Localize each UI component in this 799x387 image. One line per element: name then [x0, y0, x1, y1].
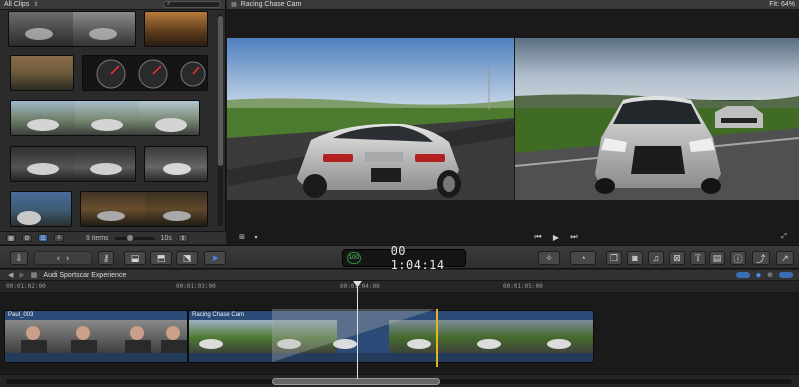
append-icon[interactable]: ⬓: [124, 251, 146, 265]
retime-icon[interactable]: ◔: [570, 251, 596, 265]
play-icon[interactable]: ▶: [549, 232, 563, 242]
clip-name: Racing Chase Cam: [192, 312, 245, 318]
filmstrip-view-button[interactable]: ☰: [38, 234, 48, 242]
forward-icon[interactable]: ▶: [19, 271, 24, 279]
ruler-label: 00:01:02:00: [6, 283, 46, 290]
timeline-scrollbar[interactable]: [0, 374, 799, 387]
clip-thumbnail[interactable]: [10, 100, 200, 136]
search-icon: ⌕: [167, 1, 171, 7]
timecode-badge: 100: [347, 252, 361, 264]
skimmer-edit-point[interactable]: [436, 309, 438, 367]
timeline-clip[interactable]: Paul_003: [4, 310, 188, 363]
photo-icon[interactable]: ◙: [627, 251, 643, 265]
insert-icon[interactable]: ⬒: [150, 251, 172, 265]
audio-waveform: [5, 353, 187, 362]
clip-thumbnail[interactable]: [8, 11, 136, 47]
timeline-bar: ◀ ▶ ▦ Audi Sportscar Experience ◆ ⊕: [0, 270, 799, 281]
search-input[interactable]: ⌕: [163, 1, 221, 8]
timeline-clip[interactable]: Racing Chase Cam: [188, 310, 594, 363]
viewer-title: Racing Chase Cam: [240, 1, 302, 8]
next-icon[interactable]: ⏭: [567, 232, 581, 242]
browser-scrollbar[interactable]: [218, 14, 223, 226]
media-browser-icon[interactable]: ❐: [606, 251, 622, 265]
timeline-scroll-thumb[interactable]: [272, 378, 440, 385]
clip-thumbnail[interactable]: [144, 146, 208, 182]
import-icon[interactable]: ⇩: [10, 251, 28, 265]
clip-appearance-button[interactable]: ⇕: [177, 234, 188, 242]
generators-icon[interactable]: T: [690, 251, 706, 265]
timeline-ruler[interactable]: 00:01:02:00 00:01:03:00 00:01:04:00 00:0…: [0, 281, 799, 293]
list-view-button[interactable]: ≡: [54, 234, 64, 242]
clip-name: Paul_003: [8, 312, 34, 318]
key-icon[interactable]: ⚷: [98, 251, 114, 265]
share-icon[interactable]: ⤴: [752, 251, 770, 265]
overwrite-icon[interactable]: ⬔: [176, 251, 198, 265]
view-options-icon[interactable]: ⊞: [235, 232, 249, 242]
timecode-display[interactable]: 100 00 1:04:14: [342, 244, 466, 272]
viewer-frame-right: [515, 38, 799, 200]
select-tool-icon[interactable]: ➤: [204, 251, 226, 265]
ruler-label: 00:01:04:00: [340, 283, 380, 290]
viewer-frame-left: [227, 38, 514, 200]
export-icon[interactable]: ↗: [776, 251, 794, 265]
fullscreen-icon[interactable]: ⤢: [777, 232, 791, 242]
music-icon[interactable]: ♫: [648, 251, 664, 265]
zoom-menu[interactable]: Fit: 64%: [769, 1, 795, 8]
timeline-index-icon[interactable]: ▦: [31, 271, 38, 279]
library-label[interactable]: All Clips: [4, 1, 29, 8]
timecode-value: 00 1:04:14: [390, 244, 445, 272]
clip-thumbnail[interactable]: [10, 191, 72, 227]
previous-icon[interactable]: ⏮: [531, 232, 545, 242]
duration-label: 10s: [160, 234, 172, 242]
clip-thumbnail[interactable]: [10, 146, 136, 182]
clip-thumbnail[interactable]: [10, 55, 74, 91]
browser-footer: ▦ ⚙ ☰ ≡ 9 items 10s ⇕: [0, 231, 226, 244]
ruler-label: 00:01:05:00: [503, 283, 543, 290]
items-count: 9 items: [86, 234, 109, 242]
tool-group-button[interactable]: ◐ ◑: [34, 251, 92, 265]
magic-wand-icon[interactable]: ✧: [538, 251, 560, 265]
timeline-tracks[interactable]: Paul_003 Racing Chase Cam: [0, 293, 799, 371]
inspector-icon[interactable]: ⓘ: [730, 251, 746, 265]
clip-thumbnail[interactable]: [80, 191, 208, 227]
skimming-icon[interactable]: ⊕: [767, 271, 773, 279]
event-toggle-button[interactable]: ▦: [6, 234, 16, 242]
zoom-value[interactable]: 64%: [781, 1, 795, 8]
chevron-down-icon[interactable]: ▾: [249, 232, 263, 242]
viewer: ▦ Racing Chase Cam Fit: 64% ⊞ ▾ ⏮ ▶ ⏭ ⤢: [227, 0, 799, 244]
browser-header: All Clips ⇕ ⌕: [0, 0, 225, 10]
solo-icon[interactable]: [779, 272, 793, 278]
clip-zoom-slider[interactable]: [114, 234, 155, 241]
project-title: Audi Sportscar Experience: [43, 271, 127, 279]
chevron-updown-icon[interactable]: ⇕: [33, 1, 38, 8]
ruler-label: 00:01:03:00: [176, 283, 216, 290]
snapping-icon[interactable]: ◆: [756, 271, 761, 279]
gear-icon[interactable]: ⚙: [22, 234, 32, 242]
back-icon[interactable]: ◀: [8, 271, 13, 279]
viewer-header: ▦ Racing Chase Cam Fit: 64%: [227, 0, 799, 10]
audio-waveform: [189, 353, 593, 362]
film-icon: ▦: [231, 2, 237, 8]
playhead[interactable]: [357, 281, 358, 379]
clip-thumbnail[interactable]: [82, 55, 208, 91]
themes-icon[interactable]: ▤: [709, 251, 725, 265]
clip-thumbnail[interactable]: [144, 11, 208, 47]
event-browser: All Clips ⇕ ⌕ ▦ ⚙ ☰ ≡ 9 items 10s ⇕: [0, 0, 226, 244]
audio-toggle-icon[interactable]: [735, 272, 750, 278]
viewer-footer: ⊞ ▾ ⏮ ▶ ⏭ ⤢: [227, 230, 799, 244]
titles-icon[interactable]: ⊠: [669, 251, 685, 265]
main-toolbar: ⇩ ◐ ◑ ⚷ ⬓ ⬒ ⬔ ➤ 100 00 1:04:14 ✧ ◔ ❐ ◙ ♫…: [0, 244, 799, 272]
clip-grid: [8, 10, 212, 230]
